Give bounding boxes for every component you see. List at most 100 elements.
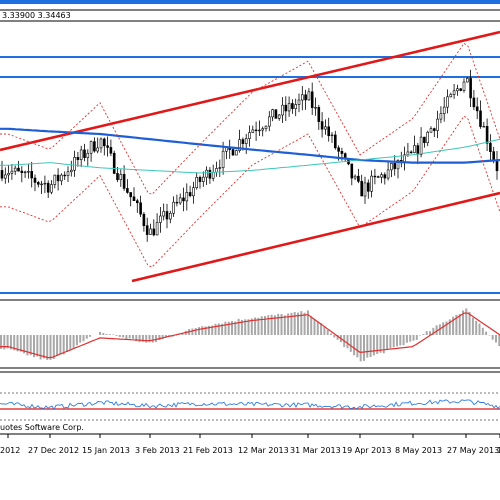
x-axis: 2012 27 Dec 2012 15 Jan 2013 3 Feb 2013 21 F… xyxy=(0,434,500,455)
candle xyxy=(489,134,492,161)
candle xyxy=(10,164,14,180)
candle xyxy=(426,130,430,147)
candle xyxy=(112,150,116,175)
candle xyxy=(198,175,202,189)
candle xyxy=(479,100,482,129)
candle xyxy=(304,89,307,110)
oscillator-series-layer xyxy=(0,399,500,411)
candle xyxy=(159,207,162,233)
copyright-text: uotes Software Corp. xyxy=(0,423,84,432)
candle xyxy=(446,89,449,114)
candle xyxy=(185,183,189,211)
candle xyxy=(235,149,238,156)
candle xyxy=(89,140,93,162)
candle xyxy=(472,89,476,111)
x-tick-label: 15 Jan 2013 xyxy=(82,446,130,455)
candle xyxy=(376,175,380,178)
candle xyxy=(30,161,34,188)
candle xyxy=(106,136,109,157)
forex-chart[interactable]: 3.33900 3.34463 uotes Software Corp. 201… xyxy=(0,0,500,500)
candle xyxy=(228,139,231,159)
candle xyxy=(419,127,423,158)
candle xyxy=(86,149,90,166)
candle xyxy=(370,170,373,198)
candle xyxy=(169,210,172,224)
candle xyxy=(317,104,321,130)
candle xyxy=(287,96,291,117)
candle xyxy=(119,169,123,187)
x-tick-label: 21 Feb 2013 xyxy=(183,446,233,455)
candle xyxy=(485,118,489,152)
candle xyxy=(43,175,47,194)
candle xyxy=(50,180,53,195)
candle xyxy=(27,164,30,179)
candle xyxy=(383,172,387,185)
candle xyxy=(449,92,453,98)
candle xyxy=(254,121,258,141)
candle xyxy=(155,213,159,236)
candle xyxy=(202,171,205,187)
candle xyxy=(324,119,327,135)
candle xyxy=(162,203,165,221)
candle xyxy=(109,139,113,157)
header-bar-top xyxy=(0,0,500,4)
candle xyxy=(482,121,486,128)
candle xyxy=(416,142,420,165)
candle xyxy=(307,88,311,101)
candle xyxy=(267,111,271,132)
x-tick-label: 27 Dec 2012 xyxy=(28,446,79,455)
candle xyxy=(258,120,261,137)
macd-series-layer xyxy=(0,308,500,362)
candle xyxy=(353,174,357,181)
candle xyxy=(231,148,235,156)
candle xyxy=(46,180,50,199)
candle xyxy=(172,196,175,217)
candle xyxy=(399,151,403,168)
candle xyxy=(208,167,212,184)
candle xyxy=(136,198,139,213)
candle xyxy=(99,137,103,153)
candle xyxy=(320,112,324,138)
candle xyxy=(23,170,27,178)
candle xyxy=(386,161,390,181)
candle xyxy=(271,108,274,122)
candle xyxy=(129,192,132,207)
candle xyxy=(192,181,195,204)
candle xyxy=(314,97,317,116)
price-readout: 3.33900 3.34463 xyxy=(2,11,71,20)
candle xyxy=(393,155,397,176)
macd-signal-line xyxy=(0,312,500,359)
candle xyxy=(63,171,67,181)
candle xyxy=(403,146,406,171)
candle xyxy=(357,168,360,184)
candle xyxy=(297,93,301,113)
candle xyxy=(264,125,268,132)
candle xyxy=(327,117,331,142)
candle xyxy=(475,97,479,120)
candle xyxy=(145,217,149,242)
candle xyxy=(284,96,288,121)
candle xyxy=(142,212,146,232)
candle xyxy=(96,137,99,154)
x-tick-label: 12 Mar 2013 xyxy=(238,446,289,455)
candle xyxy=(17,160,20,172)
candle xyxy=(195,172,198,190)
candle xyxy=(330,132,334,143)
candle xyxy=(165,203,169,229)
candle xyxy=(76,152,80,167)
candle xyxy=(333,130,337,150)
candle xyxy=(178,193,182,205)
candle xyxy=(300,85,304,111)
candle xyxy=(469,69,472,107)
candle xyxy=(456,84,459,96)
candle xyxy=(182,187,185,212)
candle xyxy=(7,165,10,183)
candle xyxy=(439,106,443,124)
candle xyxy=(36,180,40,188)
candle xyxy=(149,223,152,235)
candle xyxy=(261,126,265,137)
candle xyxy=(436,110,439,139)
candle xyxy=(432,127,436,138)
candle xyxy=(495,150,499,180)
candle xyxy=(310,82,314,115)
